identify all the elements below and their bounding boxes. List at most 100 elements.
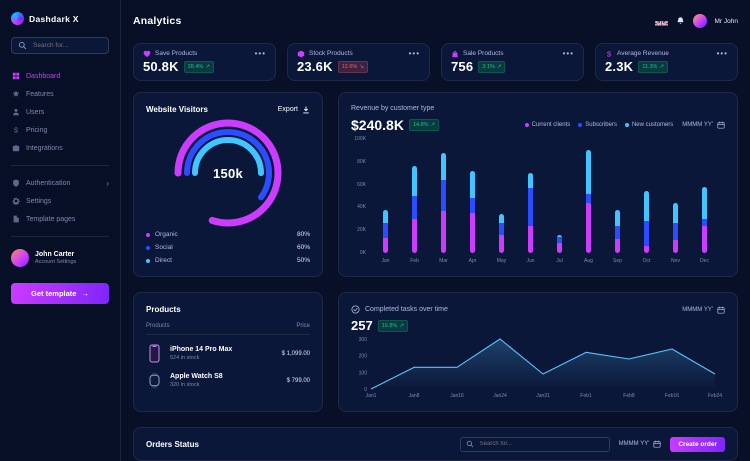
file-icon (11, 215, 20, 223)
stat-label: Save Products (155, 50, 197, 57)
calendar-icon (717, 306, 725, 314)
orders-status-bar: Orders Status MMMM YY' Create order (133, 427, 738, 461)
svg-text:200: 200 (359, 354, 368, 360)
product-price: $ 799.00 (287, 378, 310, 384)
avatar (11, 249, 29, 267)
sidebar-item-label: Dashboard (26, 73, 60, 80)
more-menu-icon[interactable]: ••• (255, 52, 266, 56)
topbar: Analytics Mr John (133, 0, 738, 43)
dashboard-icon (11, 72, 20, 80)
heart-icon (143, 50, 151, 58)
revenue-bar-chart: 0K20K40K60K80K100KJanFebMarAprMayJunJulA… (351, 137, 725, 264)
arrow-right-icon: → (81, 289, 89, 298)
bell-icon[interactable] (676, 16, 685, 26)
trend-badge: 28.4%↗ (184, 61, 214, 73)
sidebar-item-label: Integrations (26, 145, 63, 152)
language-flag-icon[interactable] (655, 17, 668, 26)
legend-row-social: Social 60% (146, 244, 310, 251)
svg-text:$: $ (607, 50, 612, 58)
legend-dot (146, 246, 150, 250)
revenue-legend: Current clients Subscribers New customer… (525, 122, 674, 128)
sidebar-item-dashboard[interactable]: Dashboard (11, 67, 109, 85)
date-filter[interactable]: MMMM YY' (682, 121, 725, 129)
legend-row-organic: Organic 80% (146, 231, 310, 238)
legend-item-subscribers: Subscribers (578, 122, 617, 128)
sidebar-item-integrations[interactable]: Integrations (11, 139, 109, 157)
stat-label: Sale Products (463, 50, 503, 57)
svg-text:Jan24: Jan24 (493, 393, 507, 399)
stat-value: 2.3K (605, 59, 633, 74)
legend-item-new-customers: New customers (625, 122, 673, 128)
sidebar-item-users[interactable]: Users (11, 103, 109, 121)
search-icon (18, 41, 27, 50)
export-button[interactable]: Export (278, 106, 310, 114)
trend-up-icon: ↗ (497, 64, 502, 70)
trend-up-icon: ↗ (399, 323, 404, 329)
get-template-button[interactable]: Get template → (11, 283, 109, 304)
search-input[interactable] (31, 41, 102, 50)
stat-label: Stock Products (309, 50, 353, 57)
app-window: Dashdark X Dashboard Features Users $ (0, 0, 750, 461)
download-icon (302, 106, 310, 114)
visitors-legend: Organic 80% Social 60% Direct 50% (146, 231, 310, 264)
sidebar-item-label: Authentication (26, 180, 70, 187)
product-stock: 524 in stock (170, 355, 232, 361)
legend-item-current-clients: Current clients (525, 122, 571, 128)
sidebar-item-authentication[interactable]: Authentication › (11, 174, 109, 192)
dollar-icon: $ (11, 126, 20, 134)
stat-value: 756 (451, 59, 473, 74)
stat-value: 23.6K (297, 59, 333, 74)
sidebar-item-label: Template pages (26, 216, 75, 223)
sidebar: Dashdark X Dashboard Features Users $ (0, 0, 121, 461)
tasks-value: 257 (351, 318, 373, 333)
dollar-icon: $ (605, 50, 613, 58)
products-card: Products Products Price iPhone 14 Pro Ma… (133, 292, 323, 412)
donut-center-value: 150k (170, 115, 286, 231)
trend-up-icon: ↗ (659, 64, 664, 70)
orders-search-input[interactable] (478, 440, 604, 448)
profile-role: Account Settings (35, 259, 76, 265)
revenue-value: $240.8K (351, 117, 404, 133)
date-filter[interactable]: MMMM YY' (682, 306, 725, 314)
star-icon (11, 90, 20, 98)
check-circle-icon (351, 305, 360, 314)
card-title: Products (146, 305, 310, 314)
more-menu-icon[interactable]: ••• (409, 52, 420, 56)
svg-text:Feb8: Feb8 (623, 393, 635, 399)
card-title: Revenue by customer type (351, 105, 725, 112)
stats-row: Save Products ••• 50.8K 28.4%↗ Stock Pro… (133, 43, 738, 81)
table-row[interactable]: Apple Watch S8 320 in stock $ 799.00 (146, 363, 310, 389)
stat-value: 50.8K (143, 59, 179, 74)
product-price: $ 1,099.00 (282, 351, 310, 357)
table-row[interactable]: iPhone 14 Pro Max 524 in stock $ 1,099.0… (146, 335, 310, 363)
app-name: Dashdark X (29, 14, 79, 24)
profile-block[interactable]: John Carter Account Settings (11, 249, 109, 267)
stat-card-save-products: Save Products ••• 50.8K 28.4%↗ (133, 43, 276, 81)
sidebar-search[interactable] (11, 37, 109, 54)
more-menu-icon[interactable]: ••• (563, 52, 574, 56)
trend-badge: 12.6%↘ (338, 61, 368, 73)
product-stock: 320 in stock (170, 382, 223, 388)
stat-card-average-revenue: $ Average Revenue ••• 2.3K 11.3%↗ (595, 43, 738, 81)
revenue-card: Revenue by customer type $240.8K 14.8%↗ … (338, 92, 738, 277)
orders-search[interactable] (460, 437, 610, 452)
trend-badge: 16.8%↗ (378, 320, 408, 332)
date-filter[interactable]: MMMM YY' (619, 440, 662, 448)
calendar-icon (717, 121, 725, 129)
more-menu-icon[interactable]: ••• (717, 52, 728, 56)
sidebar-item-settings[interactable]: Settings (11, 192, 109, 210)
legend-dot (525, 123, 529, 127)
create-order-button[interactable]: Create order (670, 437, 725, 452)
tasks-line-chart: 0100200300Jan1Jan8Jan16Jan24Jan31Feb1Feb… (351, 335, 725, 399)
stat-card-sale-products: Sale Products ••• 756 3.1%↗ (441, 43, 584, 81)
user-avatar[interactable] (693, 14, 707, 28)
svg-text:Jan16: Jan16 (450, 393, 464, 399)
svg-text:100: 100 (359, 370, 368, 376)
sidebar-item-pricing[interactable]: $ Pricing (11, 121, 109, 139)
sidebar-item-label: Pricing (26, 127, 47, 134)
sidebar-item-template-pages[interactable]: Template pages (11, 210, 109, 228)
profile-name: John Carter (35, 251, 76, 258)
briefcase-icon (11, 144, 20, 152)
user-name: Mr John (715, 18, 738, 25)
sidebar-item-features[interactable]: Features (11, 85, 109, 103)
